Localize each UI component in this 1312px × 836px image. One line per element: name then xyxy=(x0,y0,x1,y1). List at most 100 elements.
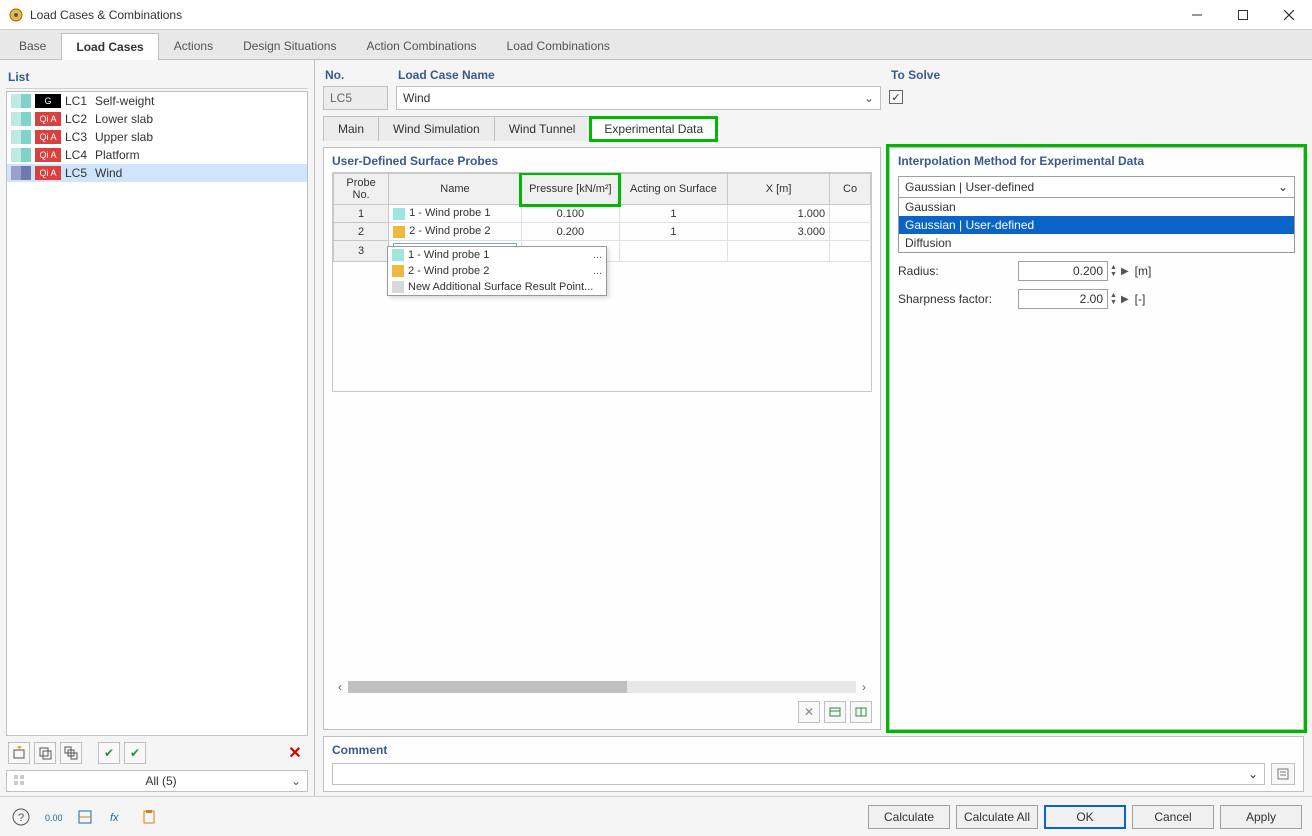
calculate-all-button[interactable]: Calculate All xyxy=(956,805,1038,829)
interpolation-option[interactable]: Diffusion xyxy=(899,234,1294,252)
probes-title: User-Defined Surface Probes xyxy=(324,148,880,172)
svg-text:?: ? xyxy=(18,812,24,824)
clipboard-icon[interactable] xyxy=(138,806,160,828)
delete-button[interactable]: ✕ xyxy=(284,742,306,764)
table-export-button[interactable] xyxy=(824,701,846,723)
table-row[interactable]: 11 - Wind probe 10.10011.000 xyxy=(334,205,871,223)
close-button[interactable] xyxy=(1266,0,1312,30)
interpolation-title: Interpolation Method for Experimental Da… xyxy=(890,148,1303,172)
tab-actions[interactable]: Actions xyxy=(159,32,228,59)
sharpness-input[interactable]: 2.00 xyxy=(1018,289,1108,309)
function-icon[interactable]: fx xyxy=(106,806,128,828)
dropdown-item[interactable]: 1 - Wind probe 1... xyxy=(388,247,606,263)
table-import-button[interactable] xyxy=(850,701,872,723)
dropdown-item[interactable]: 2 - Wind probe 2... xyxy=(388,263,606,279)
col-surface[interactable]: Acting on Surface xyxy=(619,174,727,205)
svg-text:✦: ✦ xyxy=(16,746,23,752)
check-all-button[interactable]: ✔ xyxy=(124,742,146,764)
list-item[interactable]: Qi ALC4Platform xyxy=(7,146,307,164)
svg-text:fx: fx xyxy=(110,812,119,824)
comment-edit-button[interactable] xyxy=(1271,763,1295,785)
cancel-button[interactable]: Cancel xyxy=(1132,805,1214,829)
sharpness-label: Sharpness factor: xyxy=(898,292,1018,306)
col-probe-no[interactable]: ProbeNo. xyxy=(334,174,389,205)
tab-load-combinations[interactable]: Load Combinations xyxy=(492,32,625,59)
interpolation-option[interactable]: Gaussian | User-defined xyxy=(899,216,1294,234)
interpolation-panel: Interpolation Method for Experimental Da… xyxy=(889,147,1304,730)
interpolation-option[interactable]: Gaussian xyxy=(899,198,1294,216)
to-solve-checkbox[interactable]: ✓ xyxy=(889,90,903,104)
col-name[interactable]: Name xyxy=(389,174,522,205)
new-item-button[interactable]: ✦ xyxy=(8,742,30,764)
titlebar: Load Cases & Combinations xyxy=(0,0,1312,30)
maximize-button[interactable] xyxy=(1220,0,1266,30)
table-delete-button[interactable]: ✕ xyxy=(798,701,820,723)
app-icon xyxy=(8,7,24,23)
comment-dropdown[interactable]: ⌄ xyxy=(332,763,1265,785)
subtab-main[interactable]: Main xyxy=(324,117,379,141)
col-x[interactable]: X [m] xyxy=(728,174,830,205)
col-pressure[interactable]: Pressure [kN/m²] xyxy=(521,174,619,205)
radius-unit: [m] xyxy=(1135,264,1152,278)
tab-base[interactable]: Base xyxy=(4,32,61,59)
to-solve-label: To Solve xyxy=(889,66,1304,86)
svg-text:0.00: 0.00 xyxy=(45,813,62,823)
sub-tab-bar: Main Wind Simulation Wind Tunnel Experim… xyxy=(323,116,718,141)
interpolation-method-dropdown[interactable]: Gaussian | User-defined ⌄ xyxy=(898,176,1295,198)
radius-input[interactable]: 0.200 xyxy=(1018,261,1108,281)
chevron-down-icon: ⌄ xyxy=(1248,767,1258,781)
copy-all-button[interactable] xyxy=(60,742,82,764)
left-panel: List GLC1Self-weightQi ALC2Lower slabQi … xyxy=(0,60,315,796)
list-item[interactable]: Qi ALC2Lower slab xyxy=(7,110,307,128)
table-row[interactable]: 22 - Wind probe 20.20013.000 xyxy=(334,223,871,241)
filter-text: All (5) xyxy=(33,774,289,788)
sharpness-spinner[interactable]: ▲▼ xyxy=(1110,292,1117,306)
subtab-experimental-data[interactable]: Experimental Data xyxy=(590,117,717,141)
units-icon[interactable]: 0.00 xyxy=(42,806,64,828)
load-case-list[interactable]: GLC1Self-weightQi ALC2Lower slabQi ALC3U… xyxy=(6,91,308,736)
window-title: Load Cases & Combinations xyxy=(30,8,1174,22)
tab-load-cases[interactable]: Load Cases xyxy=(61,33,158,60)
load-case-name-dropdown[interactable]: Wind ⌄ xyxy=(396,86,881,110)
no-label: No. xyxy=(323,66,388,86)
main-tab-bar: Base Load Cases Actions Design Situation… xyxy=(0,30,1312,60)
col-co[interactable]: Co xyxy=(830,174,871,205)
filter-icon xyxy=(13,774,29,789)
interpolation-options-list[interactable]: GaussianGaussian | User-definedDiffusion xyxy=(898,198,1295,253)
main-area: No. LC5 Load Case Name Wind ⌄ To Solve ✓… xyxy=(315,60,1312,796)
ok-button[interactable]: OK xyxy=(1044,805,1126,829)
subtab-wind-simulation[interactable]: Wind Simulation xyxy=(379,117,495,141)
apply-button[interactable]: Apply xyxy=(1220,805,1302,829)
copy-item-button[interactable] xyxy=(34,742,56,764)
list-item[interactable]: Qi ALC5Wind xyxy=(7,164,307,182)
radius-label: Radius: xyxy=(898,264,1018,278)
chevron-down-icon: ⌄ xyxy=(864,91,874,105)
tab-design-situations[interactable]: Design Situations xyxy=(228,32,351,59)
name-label: Load Case Name xyxy=(396,66,881,86)
sharpness-stepper-icon[interactable]: ▶ xyxy=(1121,294,1129,305)
settings-icon[interactable] xyxy=(74,806,96,828)
radius-spinner[interactable]: ▲▼ xyxy=(1110,264,1117,278)
calculate-button[interactable]: Calculate xyxy=(868,805,950,829)
chevron-down-icon: ⌄ xyxy=(1278,180,1288,194)
list-item[interactable]: Qi ALC3Upper slab xyxy=(7,128,307,146)
probe-dropdown-popup[interactable]: 1 - Wind probe 1...2 - Wind probe 2...Ne… xyxy=(387,246,607,296)
probes-panel: User-Defined Surface Probes ProbeNo. Nam… xyxy=(323,147,881,730)
tab-action-combinations[interactable]: Action Combinations xyxy=(351,32,491,59)
dropdown-item[interactable]: New Additional Surface Result Point... xyxy=(388,279,606,295)
no-field: LC5 xyxy=(323,86,388,110)
list-toolbar: ✦ ✔ ✔ ✕ xyxy=(6,736,308,770)
comment-label: Comment xyxy=(332,743,1295,759)
subtab-wind-tunnel[interactable]: Wind Tunnel xyxy=(495,117,591,141)
radius-stepper-icon[interactable]: ▶ xyxy=(1121,266,1129,277)
sharpness-unit: [-] xyxy=(1135,292,1146,306)
minimize-button[interactable] xyxy=(1174,0,1220,30)
list-header: List xyxy=(6,66,308,89)
chevron-down-icon: ⌄ xyxy=(289,774,301,788)
comment-section: Comment ⌄ xyxy=(323,736,1304,792)
list-item[interactable]: GLC1Self-weight xyxy=(7,92,307,110)
help-icon[interactable]: ? xyxy=(10,806,32,828)
check-button[interactable]: ✔ xyxy=(98,742,120,764)
table-horizontal-scrollbar[interactable]: ‹ › xyxy=(332,679,872,695)
list-filter-dropdown[interactable]: All (5) ⌄ xyxy=(6,770,308,792)
